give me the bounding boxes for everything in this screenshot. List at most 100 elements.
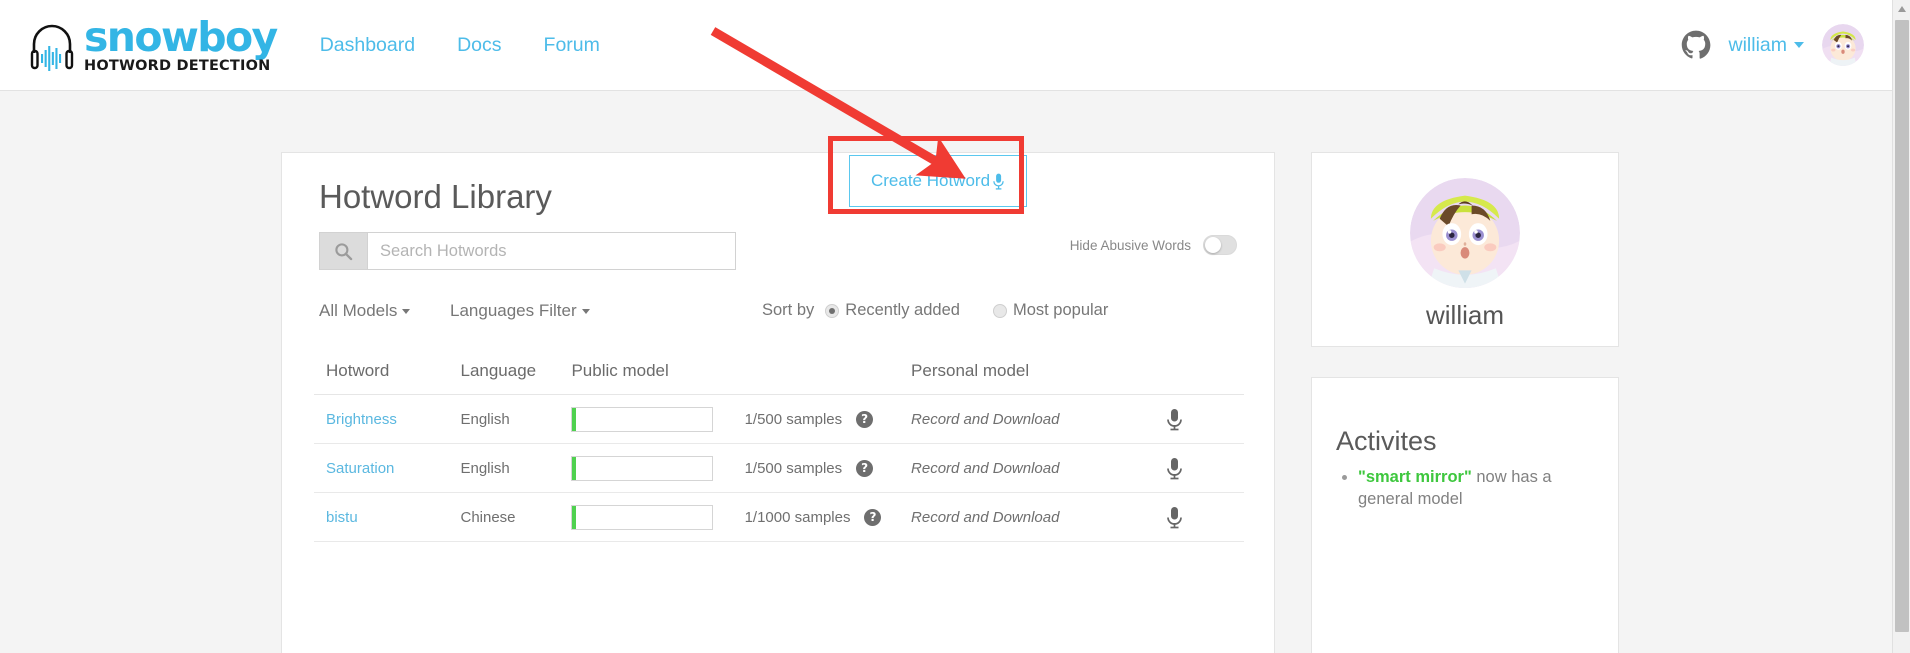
user-avatar-icon — [1822, 24, 1864, 66]
search-icon-button[interactable] — [319, 232, 367, 270]
samples-count: 1/500 samples — [744, 459, 843, 477]
radio-icon — [992, 303, 1007, 318]
avatar-small[interactable] — [1822, 24, 1864, 66]
user-avatar-icon — [1410, 178, 1520, 288]
nav-link-docs[interactable]: Docs — [436, 34, 522, 57]
nav-link-dashboard[interactable]: Dashboard — [299, 34, 436, 57]
headphones-waveform-icon — [30, 24, 74, 71]
sort-recently-added-label: Recently added — [845, 301, 960, 319]
cell-hotword: Saturation — [314, 443, 461, 493]
scrollbar-thumb[interactable] — [1895, 20, 1909, 632]
brand-tagline: HOTWORD DETECTION — [84, 57, 271, 74]
cell-language: Chinese — [460, 492, 572, 542]
table-header-row: Hotword Language Public model Personal m… — [314, 349, 1244, 395]
public-model-progress-bar — [571, 504, 714, 530]
table-row: Brightness English 1/500 samples ? Recor… — [314, 394, 1244, 444]
search-row — [319, 232, 736, 270]
record-and-download-link[interactable]: Record and Download — [911, 460, 1059, 477]
column-header-public-model: Public model — [571, 349, 745, 395]
chevron-up-icon — [1898, 6, 1906, 12]
progress-fill — [572, 505, 577, 529]
languages-filter-dropdown[interactable]: Languages Filter — [450, 301, 590, 321]
hide-abusive-words-control: Hide Abusive Words — [1070, 235, 1237, 255]
microphone-icon[interactable] — [1166, 506, 1183, 529]
cell-public-model — [571, 492, 745, 542]
main-navigation: Dashboard Docs Forum — [299, 34, 621, 57]
search-icon — [335, 242, 353, 260]
activities-list: "smart mirror" now has a general model — [1336, 466, 1594, 511]
activity-hotword-name: "smart mirror" — [1358, 468, 1472, 486]
record-and-download-link[interactable]: Record and Download — [911, 509, 1059, 526]
nav-link-forum[interactable]: Forum — [523, 34, 621, 57]
search-input[interactable] — [367, 232, 736, 270]
page-title: Hotword Library — [319, 178, 552, 215]
cell-language: English — [460, 394, 572, 444]
cell-samples: 1/500 samples ? — [744, 443, 912, 493]
activities-card: Activites "smart mirror" now has a gener… — [1311, 377, 1619, 653]
public-model-progress-bar — [571, 455, 714, 481]
vertical-scrollbar[interactable] — [1892, 0, 1910, 653]
cell-public-model — [571, 443, 745, 493]
hotword-table: Hotword Language Public model Personal m… — [314, 349, 1244, 542]
cell-personal-model: Record and Download — [911, 443, 1167, 493]
progress-fill — [572, 407, 577, 431]
table-row: bistu Chinese 1/1000 samples ? Record an… — [314, 492, 1244, 542]
cell-samples: 1/500 samples ? — [744, 394, 912, 444]
samples-count: 1/500 samples — [744, 410, 843, 428]
public-model-progress-bar — [571, 406, 714, 432]
chevron-down-icon — [581, 309, 590, 315]
hotword-link[interactable]: bistu — [326, 509, 358, 526]
column-header-hotword: Hotword — [314, 349, 461, 395]
help-icon[interactable]: ? — [856, 459, 874, 477]
microphone-icon[interactable] — [1166, 457, 1183, 480]
column-header-record — [1166, 349, 1244, 395]
hide-abusive-label: Hide Abusive Words — [1069, 237, 1191, 253]
table-row: Saturation English 1/500 samples ? Recor… — [314, 443, 1244, 493]
record-and-download-link[interactable]: Record and Download — [911, 411, 1059, 428]
samples-count: 1/1000 samples — [744, 508, 851, 526]
sort-option-recently-added[interactable]: Recently added — [825, 301, 960, 320]
chevron-down-icon — [402, 309, 411, 315]
all-models-label: All Models — [319, 301, 398, 320]
hotword-link[interactable]: Brightness — [326, 411, 397, 428]
activity-item: "smart mirror" now has a general model — [1358, 466, 1594, 511]
cell-samples: 1/1000 samples ? — [744, 492, 912, 542]
cell-public-model — [571, 394, 745, 444]
radio-icon — [825, 303, 840, 318]
user-menu-dropdown[interactable]: william — [1728, 33, 1804, 57]
cell-hotword: bistu — [314, 492, 461, 542]
brand-logo-link[interactable]: snowboy HOTWORD DETECTION — [30, 12, 278, 74]
cell-language: English — [460, 443, 572, 493]
cell-hotword: Brightness — [314, 394, 461, 444]
github-icon — [1681, 30, 1710, 59]
avatar-large — [1410, 178, 1520, 288]
table-body: Brightness English 1/500 samples ? Recor… — [314, 394, 1244, 542]
hide-abusive-toggle[interactable] — [1203, 235, 1237, 255]
profile-card: william — [1311, 152, 1619, 347]
activities-title: Activites — [1336, 426, 1437, 456]
brand-name: snowboy — [84, 12, 278, 61]
microphone-icon[interactable] — [1166, 408, 1183, 431]
create-hotword-button[interactable]: Create Hotword — [849, 155, 1027, 207]
column-header-samples — [744, 349, 912, 395]
create-hotword-label: Create Hotword — [870, 171, 991, 190]
hotword-link[interactable]: Saturation — [326, 460, 394, 477]
languages-filter-label: Languages Filter — [450, 301, 577, 320]
top-navbar: snowboy HOTWORD DETECTION Dashboard Docs… — [0, 0, 1892, 91]
all-models-dropdown[interactable]: All Models — [319, 301, 411, 321]
chevron-down-icon — [1794, 42, 1804, 48]
cell-personal-model: Record and Download — [911, 394, 1167, 444]
progress-fill — [572, 456, 577, 480]
help-icon[interactable]: ? — [864, 508, 882, 526]
sort-by-label: Sort by — [762, 301, 815, 319]
scroll-up-button[interactable] — [1893, 0, 1910, 18]
user-menu-label: william — [1728, 33, 1788, 56]
profile-username: william — [1426, 300, 1504, 330]
github-link[interactable] — [1681, 30, 1711, 60]
cell-record-mic — [1166, 443, 1244, 493]
navbar-right-section: william — [1681, 24, 1893, 66]
table-header: Hotword Language Public model Personal m… — [314, 349, 1244, 395]
create-hotword-wrapper: Create Hotword — [849, 155, 1027, 207]
help-icon[interactable]: ? — [856, 410, 874, 428]
sort-option-most-popular[interactable]: Most popular — [992, 301, 1108, 320]
